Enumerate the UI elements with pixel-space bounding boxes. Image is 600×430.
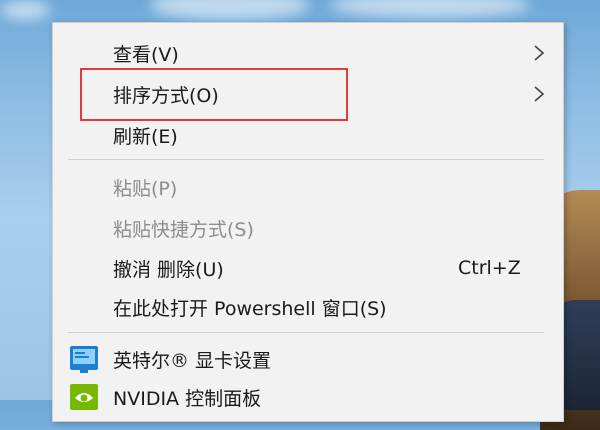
annotation-red-box — [80, 68, 348, 121]
menu-item-label: 粘贴(P) — [113, 177, 178, 200]
menu-item-undo-delete[interactable]: 撤消 删除(U) Ctrl+Z — [53, 250, 563, 286]
menu-item-label: 粘贴快捷方式(S) — [113, 218, 254, 241]
menu-item-paste-shortcut[interactable]: 粘贴快捷方式(S) — [53, 210, 563, 246]
nvidia-icon — [70, 384, 98, 410]
menu-item-label: 撤消 删除(U) — [113, 258, 224, 281]
intel-graphics-icon — [70, 346, 98, 373]
cloud — [330, 0, 530, 18]
menu-item-label: 刷新(E) — [113, 125, 178, 148]
desktop-context-menu: 查看(V) 排序方式(O) 刷新(E) 粘贴(P) 粘贴快捷方式(S) 撤消 删… — [52, 22, 564, 422]
menu-separator — [68, 159, 544, 160]
menu-item-label: 在此处打开 Powershell 窗口(S) — [113, 297, 387, 320]
menu-separator — [68, 332, 544, 333]
cloud — [150, 0, 310, 20]
menu-item-refresh[interactable]: 刷新(E) — [53, 117, 563, 153]
menu-item-open-powershell[interactable]: 在此处打开 Powershell 窗口(S) — [53, 289, 563, 325]
chevron-right-icon — [534, 86, 545, 102]
menu-item-shortcut: Ctrl+Z — [458, 257, 521, 279]
menu-item-intel-graphics[interactable]: 英特尔® 显卡设置 — [53, 341, 563, 377]
menu-item-nvidia-control-panel[interactable]: NVIDIA 控制面板 — [53, 379, 563, 415]
chevron-right-icon — [534, 45, 545, 61]
menu-item-label: 查看(V) — [113, 43, 179, 66]
cloud — [0, 0, 50, 20]
menu-item-view[interactable]: 查看(V) — [53, 35, 563, 71]
menu-item-label: 英特尔® 显卡设置 — [113, 349, 272, 372]
menu-item-label: NVIDIA 控制面板 — [113, 387, 262, 410]
menu-item-paste[interactable]: 粘贴(P) — [53, 169, 563, 205]
